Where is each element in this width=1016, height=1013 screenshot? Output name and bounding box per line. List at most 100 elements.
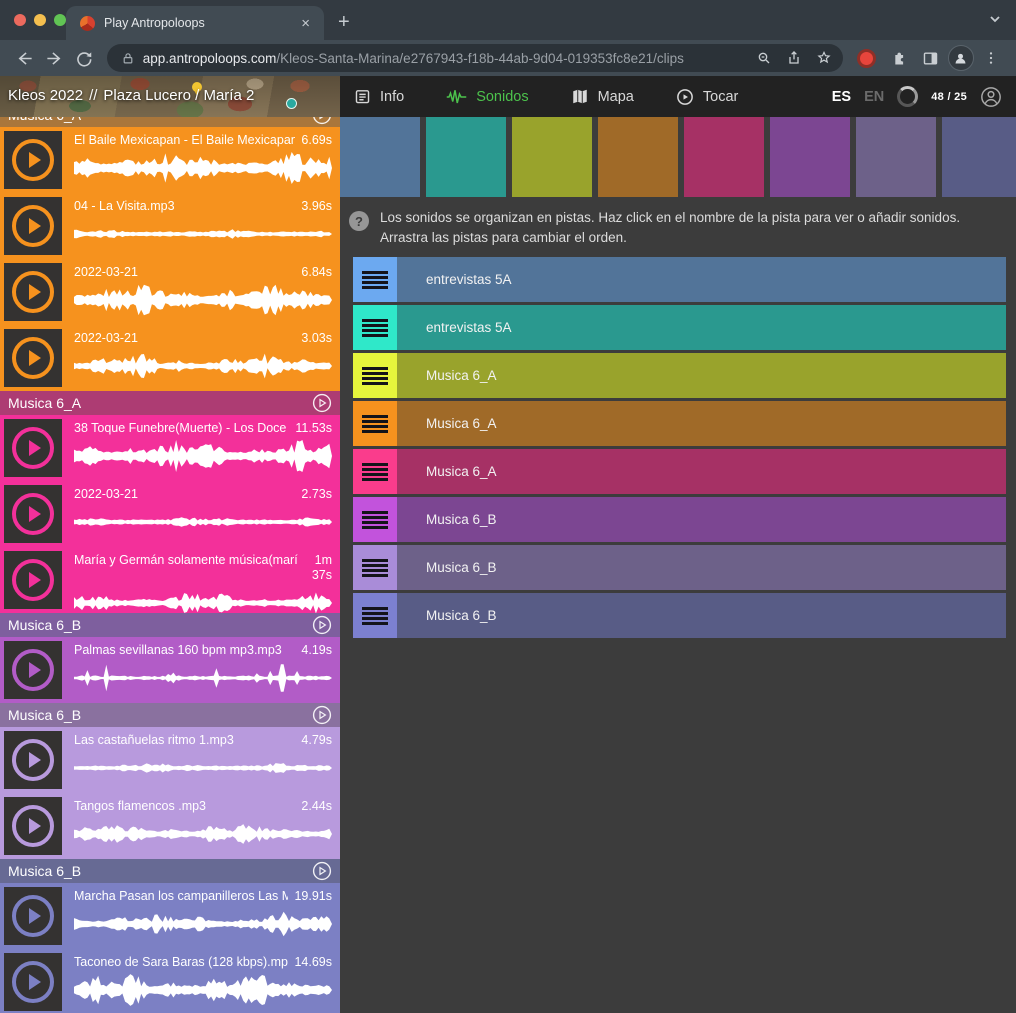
clip-play-button[interactable] (4, 485, 62, 543)
clip-item[interactable]: 38 Toque Funebre(Muerte) - Los Doce Par.… (0, 415, 340, 481)
profile-avatar[interactable] (948, 45, 974, 71)
account-icon[interactable] (980, 86, 1002, 108)
track-row[interactable]: entrevistas 5A (353, 257, 1006, 302)
clip-item[interactable]: Tangos flamencos .mp32.44s (0, 793, 340, 859)
play-icon (12, 895, 54, 937)
track-drag-handle[interactable] (353, 257, 397, 302)
track-drag-handle[interactable] (353, 497, 397, 542)
track-color-swatch (512, 117, 592, 197)
track-row-body[interactable]: Musica 6_B (397, 545, 1006, 590)
lang-es-button[interactable]: ES (832, 89, 851, 105)
share-icon[interactable] (779, 45, 809, 71)
track-header[interactable]: Musica 6_B (0, 703, 340, 727)
track-row-body[interactable]: Musica 6_B (397, 593, 1006, 638)
track-row[interactable]: Musica 6_B (353, 497, 1006, 542)
clip-play-button[interactable] (4, 263, 62, 321)
browser-tab[interactable]: Play Antropoloops × (66, 6, 324, 40)
zoom-level-icon[interactable] (749, 45, 779, 71)
browser-window: Play Antropoloops × + app.antropoloops.c… (0, 0, 1016, 1013)
track-drag-handle[interactable] (353, 401, 397, 446)
address-bar[interactable]: app.antropoloops.com /Kleos-Santa-Marina… (107, 44, 843, 72)
track-row-body[interactable]: Musica 6_A (397, 449, 1006, 494)
clip-item[interactable]: María y Germán solamente música(maría 2.… (0, 547, 340, 613)
clip-play-button[interactable] (4, 641, 62, 699)
lang-en-button[interactable]: EN (864, 89, 884, 105)
track-row-body[interactable]: Musica 6_A (397, 401, 1006, 446)
clip-waveform (74, 973, 332, 1007)
refresh-button[interactable] (69, 44, 99, 72)
tab-search-chevron-icon[interactable] (988, 12, 1002, 31)
nav-item-info[interactable]: Info (354, 88, 404, 105)
play-icon (12, 739, 54, 781)
app-header: Kleos 2022//Plaza Lucero / María 2 InfoS… (0, 76, 1016, 117)
clip-item[interactable]: El Baile Mexicapan - El Baile Mexicapan.… (0, 127, 340, 193)
clip-play-button[interactable] (4, 953, 62, 1011)
close-tab-icon[interactable]: × (297, 15, 314, 32)
clip-play-button[interactable] (4, 131, 62, 189)
clip-play-button[interactable] (4, 197, 62, 255)
track-drag-handle[interactable] (353, 593, 397, 638)
track-play-button[interactable] (312, 705, 332, 725)
track-drag-handle[interactable] (353, 305, 397, 350)
nav-item-mapa[interactable]: Mapa (571, 88, 634, 105)
clip-item[interactable]: 2022-03-216.84s (0, 259, 340, 325)
clip-play-button[interactable] (4, 797, 62, 855)
clip-play-button[interactable] (4, 887, 62, 945)
track-drag-handle[interactable] (353, 449, 397, 494)
breadcrumb-page[interactable]: Plaza Lucero / María 2 (103, 87, 254, 104)
track-play-button[interactable] (312, 615, 332, 635)
track-row[interactable]: Musica 6_A (353, 449, 1006, 494)
track-row-body[interactable]: entrevistas 5A (397, 257, 1006, 302)
track-row[interactable]: entrevistas 5A (353, 305, 1006, 350)
track-row[interactable]: Musica 6_B (353, 545, 1006, 590)
minimize-window-button[interactable] (34, 14, 46, 26)
nav-item-sonidos[interactable]: Sonidos (446, 89, 528, 105)
side-panel-icon[interactable] (916, 44, 946, 72)
clip-item[interactable]: 2022-03-213.03s (0, 325, 340, 391)
track-header[interactable]: Musica 6_A (0, 391, 340, 415)
bookmark-star-icon[interactable] (809, 45, 839, 71)
track-header[interactable]: Musica 6_B (0, 859, 340, 883)
breadcrumb-project[interactable]: Kleos 2022 (8, 87, 83, 104)
clip-item[interactable]: 04 - La Visita.mp33.96s (0, 193, 340, 259)
play-icon (12, 271, 54, 313)
track-drag-handle[interactable] (353, 545, 397, 590)
track-row[interactable]: Musica 6_A (353, 401, 1006, 446)
clip-duration: 6.84s (301, 265, 332, 280)
close-window-button[interactable] (14, 14, 26, 26)
drag-handle-icon (362, 463, 388, 481)
back-button[interactable] (10, 44, 40, 72)
clip-item[interactable]: Marcha Pasan los campanilleros Las Mejor… (0, 883, 340, 949)
track-drag-handle[interactable] (353, 353, 397, 398)
clip-play-button[interactable] (4, 419, 62, 477)
new-tab-button[interactable]: + (338, 11, 350, 34)
track-row[interactable]: Musica 6_B (353, 593, 1006, 638)
track-header[interactable]: Musica 6_A (0, 117, 340, 127)
clip-play-button[interactable] (4, 731, 62, 789)
track-row-label: Musica 6_B (426, 512, 497, 527)
track-header[interactable]: Musica 6_B (0, 613, 340, 637)
clip-item[interactable]: 2022-03-212.73s (0, 481, 340, 547)
zoom-window-button[interactable] (54, 14, 66, 26)
record-extension-icon[interactable] (857, 49, 876, 68)
clip-item[interactable]: Taconeo de Sara Baras (128 kbps).mp314.6… (0, 949, 340, 1013)
forward-button[interactable] (40, 44, 70, 72)
nav-item-tocar[interactable]: Tocar (676, 88, 738, 106)
clip-play-button[interactable] (4, 551, 62, 609)
track-row[interactable]: Musica 6_A (353, 353, 1006, 398)
track-play-button[interactable] (312, 117, 332, 125)
clip-item[interactable]: Palmas sevillanas 160 bpm mp3.mp34.19s (0, 637, 340, 703)
track-row-body[interactable]: entrevistas 5A (397, 305, 1006, 350)
track-row-body[interactable]: Musica 6_B (397, 497, 1006, 542)
track-play-button[interactable] (312, 393, 332, 413)
drag-handle-icon (362, 271, 388, 289)
track-row-body[interactable]: Musica 6_A (397, 353, 1006, 398)
clip-duration: 2.44s (301, 799, 332, 814)
track-play-button[interactable] (312, 861, 332, 881)
clip-item[interactable]: Las castañuelas ritmo 1.mp34.79s (0, 727, 340, 793)
clip-play-button[interactable] (4, 329, 62, 387)
kebab-menu-icon[interactable] (976, 44, 1006, 72)
drag-handle-icon (362, 415, 388, 433)
clip-waveform (74, 439, 332, 473)
extensions-puzzle-icon[interactable] (884, 44, 914, 72)
